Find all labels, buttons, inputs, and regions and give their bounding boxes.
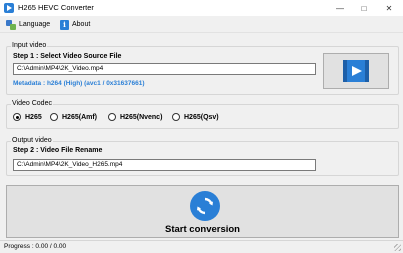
codec-radio-h265[interactable]: H265	[13, 113, 42, 121]
codec-label: H265(Amf)	[62, 113, 98, 121]
video-codec-group: Video Codec H265 H265(Amf) H265(Nvenc) H…	[6, 100, 399, 129]
codec-radio-h265-qsv[interactable]: H265(Qsv)	[172, 113, 219, 121]
output-video-legend: Output video	[11, 137, 53, 144]
output-video-group: Output video Step 2 : Video File Rename …	[6, 137, 399, 176]
input-video-group: Input video Step 1 : Select Video Source…	[6, 42, 399, 95]
app-icon	[4, 3, 14, 13]
video-codec-legend: Video Codec	[11, 100, 53, 107]
radio-dot	[172, 113, 180, 121]
codec-label: H265(Nvenc)	[120, 113, 163, 121]
codec-radio-h265-amf[interactable]: H265(Amf)	[50, 113, 97, 121]
convert-sync-icon	[190, 191, 220, 221]
menu-about-label: About	[72, 21, 91, 28]
title-bar: H265 HEVC Converter — □ ✕	[0, 0, 403, 16]
start-conversion-button[interactable]: Start conversion	[6, 185, 399, 238]
codec-radio-h265-nvenc[interactable]: H265(Nvenc)	[108, 113, 162, 121]
menu-bar: Language i About	[0, 16, 403, 33]
codec-label: H265(Qsv)	[184, 113, 219, 121]
menu-language-label: Language	[19, 21, 51, 28]
minimize-icon[interactable]: —	[330, 1, 350, 15]
menu-about[interactable]: i About	[60, 19, 90, 30]
input-video-legend: Input video	[11, 42, 48, 49]
progress-text: Progress : 0.00 / 0.00	[4, 243, 67, 250]
window-title: H265 HEVC Converter	[18, 3, 94, 12]
browse-video-button[interactable]	[323, 53, 389, 89]
status-bar: Progress : 0.00 / 0.00	[0, 240, 403, 253]
codec-label: H265	[25, 113, 42, 121]
language-icon	[6, 19, 16, 30]
start-conversion-label: Start conversion	[165, 224, 240, 235]
info-icon: i	[60, 19, 69, 30]
metadata-text: Metadata : h264 (High) (avc1 / 0x3163766…	[13, 80, 145, 87]
maximize-icon[interactable]: □	[354, 1, 374, 15]
radio-dot	[13, 113, 21, 121]
resize-grip-icon[interactable]	[394, 244, 401, 251]
output-file-name-field[interactable]: C:\Admin\MP4\2K_Video_H265.mp4	[13, 159, 316, 171]
menu-language[interactable]: Language	[6, 19, 50, 30]
video-file-icon	[343, 60, 369, 82]
close-icon[interactable]: ✕	[379, 1, 399, 15]
step1-label: Step 1 : Select Video Source File	[13, 53, 122, 60]
radio-dot	[108, 113, 116, 121]
source-file-path-field[interactable]: C:\Admin\MP4\2K_Video.mp4	[13, 63, 316, 75]
radio-dot	[50, 113, 58, 121]
step2-label: Step 2 : Video File Rename	[13, 147, 103, 154]
